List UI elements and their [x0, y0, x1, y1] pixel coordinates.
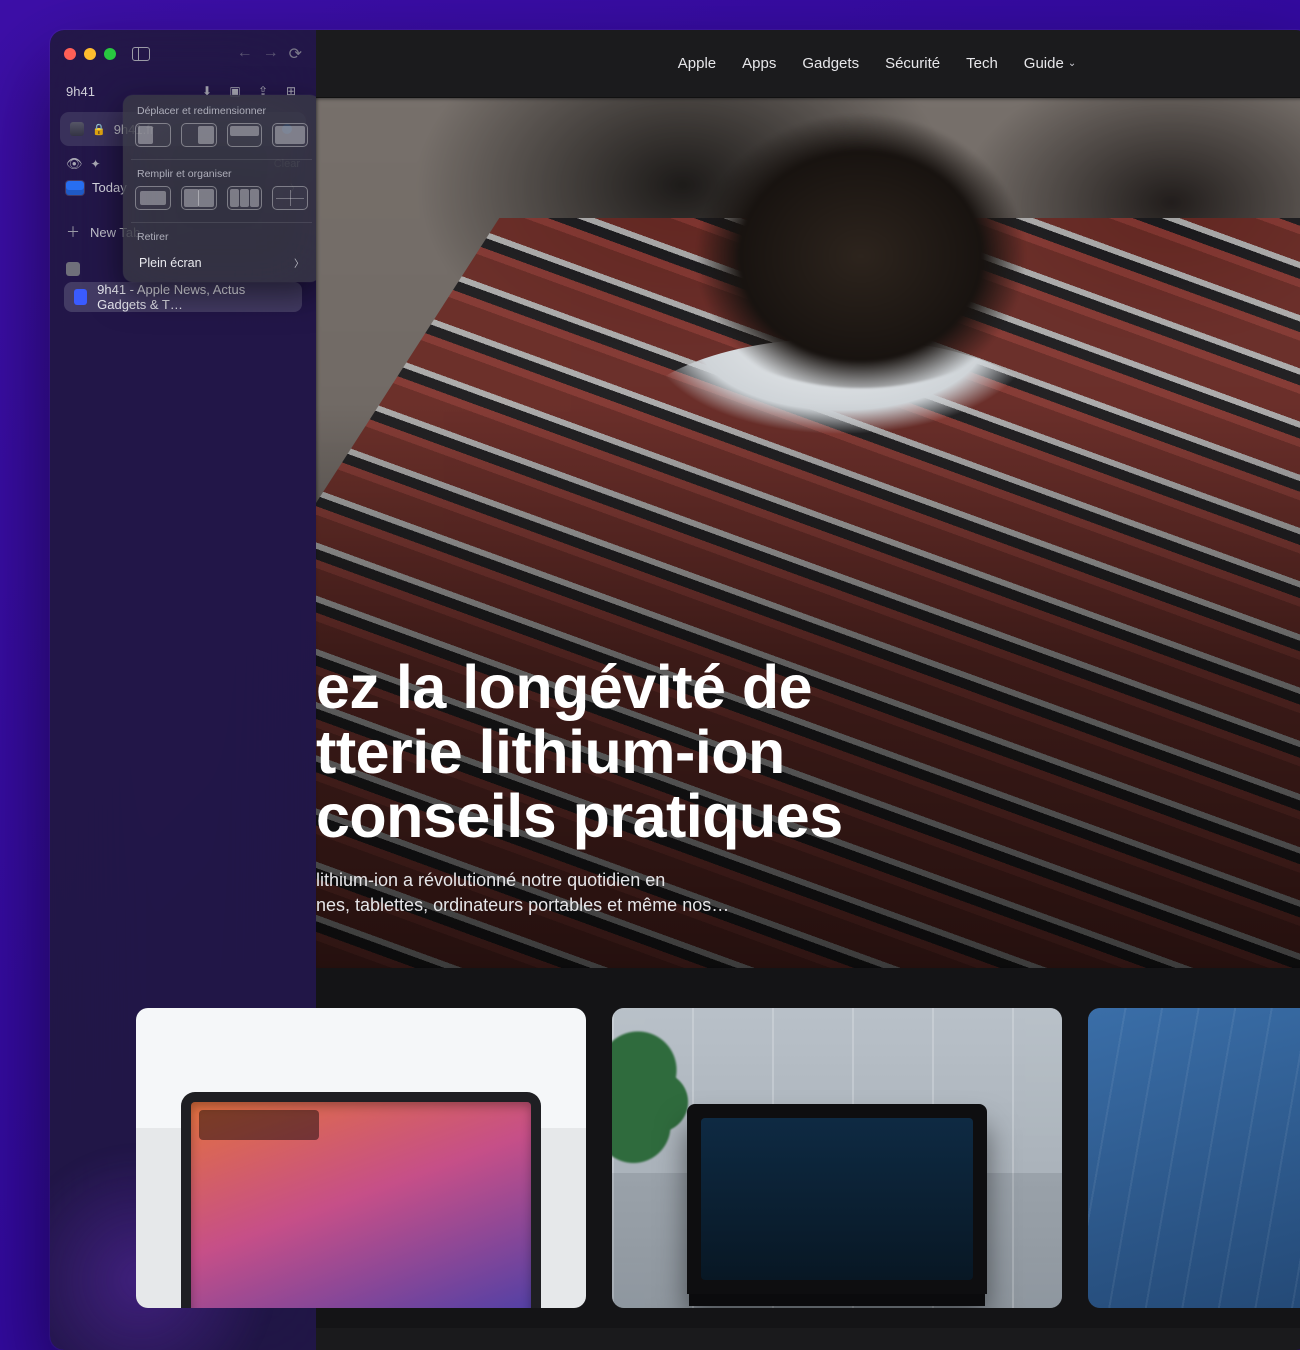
- tile-two-col-icon[interactable]: [181, 186, 217, 210]
- window-layout-popover: Déplacer et redimensionner Remplir et or…: [123, 95, 320, 282]
- imac-illustration-icon: [181, 1092, 541, 1308]
- back-icon[interactable]: ←: [237, 44, 253, 64]
- popover-section-remove: Retirer: [131, 231, 312, 249]
- close-icon[interactable]: [64, 48, 76, 60]
- tab-favicon-icon: [74, 289, 87, 305]
- site-nav: Apple Apps Gadgets Sécurité Tech Guide ⌄: [316, 30, 1300, 98]
- tab-title: 9h41 - Apple News, Actus Gadgets & T…: [97, 282, 292, 312]
- nav-gadgets[interactable]: Gadgets: [802, 55, 859, 72]
- tile-three-col-icon[interactable]: [227, 186, 263, 210]
- sidebar-tab[interactable]: 9h41 - Apple News, Actus Gadgets & T…: [64, 282, 302, 312]
- toggle-sidebar-icon[interactable]: [132, 47, 150, 61]
- folder-icon: [66, 181, 84, 195]
- chevron-down-icon: ⌄: [1068, 58, 1076, 69]
- tile-right-icon[interactable]: [181, 123, 217, 147]
- nav-apps[interactable]: Apps: [742, 55, 776, 72]
- popover-section-move: Déplacer et redimensionner: [131, 105, 312, 123]
- page-content: Apple Apps Gadgets Sécurité Tech Guide ⌄…: [316, 30, 1300, 1350]
- popover-fullscreen[interactable]: Plein écran 〉: [131, 249, 312, 276]
- fullscreen-icon[interactable]: [104, 48, 116, 60]
- hide-icon[interactable]: 👁: [66, 156, 83, 172]
- sparkle-icon[interactable]: ✦: [91, 157, 101, 171]
- tile-left-icon[interactable]: [135, 123, 171, 147]
- profile-name: 9h41: [66, 84, 95, 99]
- tile-fill-icon[interactable]: [135, 186, 171, 210]
- today-group-icon[interactable]: [66, 262, 80, 276]
- popover-section-fill: Remplir et organiser: [131, 168, 312, 186]
- folder-label: Today: [92, 180, 127, 195]
- tile-grid-icon[interactable]: [272, 186, 308, 210]
- plus-icon: ＋: [66, 222, 80, 242]
- hero-subtitle: lithium-ion a révolutionné notre quotidi…: [316, 868, 843, 918]
- browser-window: ← → ⟳ 9h41 ⬇︎ ▣ ⇪ ⊞ 🔒 9h41.fr: [50, 30, 1300, 1350]
- site-favicon-icon: [70, 122, 84, 136]
- nav-guide-label: Guide: [1024, 55, 1064, 72]
- chevron-right-icon: 〉: [294, 255, 304, 270]
- nav-security[interactable]: Sécurité: [885, 55, 940, 72]
- card-3[interactable]: [1088, 1008, 1300, 1308]
- hero: ez la longévité de tterie lithium-ion co…: [316, 98, 1300, 968]
- nav-tech[interactable]: Tech: [966, 55, 998, 72]
- plant-icon: [612, 1022, 692, 1182]
- nav-apple[interactable]: Apple: [678, 55, 716, 72]
- hero-title: ez la longévité de tterie lithium-ion co…: [316, 655, 843, 847]
- window-controls: ← → ⟳: [50, 30, 316, 64]
- nav-guide[interactable]: Guide ⌄: [1024, 55, 1076, 72]
- laptop-illustration-icon: [687, 1104, 987, 1294]
- card-2[interactable]: [612, 1008, 1062, 1308]
- popover-fullscreen-label: Plein écran: [139, 256, 202, 270]
- tile-maximize-icon[interactable]: [272, 123, 308, 147]
- reload-icon[interactable]: ⟳: [289, 44, 302, 64]
- minimize-icon[interactable]: [84, 48, 96, 60]
- cards-row: [316, 968, 1300, 1328]
- lock-icon: 🔒: [92, 123, 106, 136]
- forward-icon[interactable]: →: [263, 44, 279, 64]
- tile-top-icon[interactable]: [227, 123, 263, 147]
- card-1[interactable]: [136, 1008, 586, 1308]
